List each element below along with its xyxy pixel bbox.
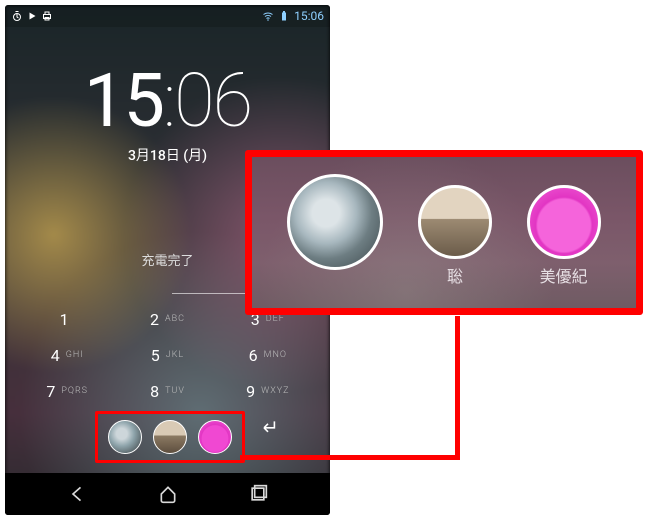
key-2[interactable]: 2ABC: [117, 301, 217, 337]
user-name-3: 美優紀: [540, 263, 588, 281]
clock-hours: 15: [84, 58, 163, 145]
play-icon: [26, 10, 38, 22]
clock-minutes: 06: [174, 58, 251, 145]
user-avatar-large-2: [418, 185, 492, 259]
user-2[interactable]: 聡: [418, 185, 492, 281]
nav-home-icon[interactable]: [158, 484, 178, 504]
key-9[interactable]: 9WXYZ: [218, 373, 318, 409]
callout-row: 聡 美優紀: [252, 157, 636, 308]
key-8[interactable]: 8TUV: [117, 373, 217, 409]
status-time: 15:06: [294, 9, 324, 23]
callout-connector: [455, 316, 460, 458]
user-avatar-1[interactable]: [108, 420, 142, 454]
user-avatar-large-1: [287, 174, 383, 270]
clock-sep: :: [163, 58, 174, 145]
printer-icon: [41, 10, 53, 22]
status-left: [11, 10, 53, 22]
user-avatar-3[interactable]: [198, 420, 232, 454]
nav-recent-icon[interactable]: [248, 484, 268, 504]
key-7[interactable]: 7PQRS: [17, 373, 117, 409]
user-name-2: 聡: [447, 263, 463, 281]
battery-icon: [278, 10, 290, 22]
nav-back-icon[interactable]: [68, 484, 88, 504]
user-switcher-highlight: [95, 411, 245, 463]
user-avatar-2[interactable]: [153, 420, 187, 454]
status-bar: 15:06: [5, 5, 330, 27]
user-avatar-large-3: [527, 185, 601, 259]
wifi-icon: [262, 10, 274, 22]
navigation-bar: [5, 473, 330, 515]
key-4[interactable]: 4GHI: [17, 337, 117, 373]
stopwatch-icon: [11, 10, 23, 22]
clock-time: 15:06: [5, 65, 330, 139]
user-1[interactable]: [287, 174, 383, 292]
key-5[interactable]: 5JKL: [117, 337, 217, 373]
user-switcher-callout: 聡 美優紀: [245, 150, 643, 315]
status-right: 15:06: [262, 9, 324, 23]
key-1[interactable]: 1: [17, 301, 117, 337]
key-6[interactable]: 6MNO: [218, 337, 318, 373]
callout-connector: [240, 455, 460, 460]
user-3[interactable]: 美優紀: [527, 185, 601, 281]
